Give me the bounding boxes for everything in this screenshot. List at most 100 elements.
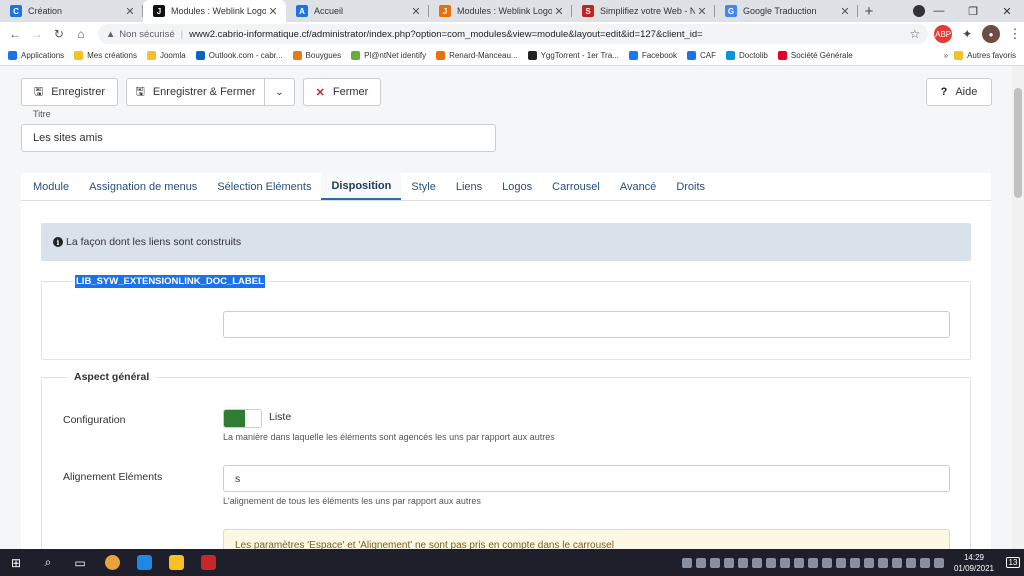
search-icon[interactable]: ⌕ [32, 549, 64, 576]
adblock-icon[interactable]: ABP [934, 25, 953, 43]
tray-icon[interactable] [793, 557, 804, 568]
extensions-icon[interactable]: ✦ [958, 25, 977, 43]
tab-disposition[interactable]: Disposition [321, 173, 402, 200]
tab-avanc-[interactable]: Avancé [610, 173, 667, 200]
bookmark-item[interactable]: Facebook [628, 51, 677, 60]
tray-icon[interactable] [681, 557, 692, 568]
browser-tab[interactable]: A Accueil ✕ [286, 0, 429, 22]
tab-carrousel[interactable]: Carrousel [542, 173, 610, 200]
reload-icon[interactable]: ↻ [48, 27, 70, 41]
bookmark-item[interactable]: Mes créations [74, 51, 137, 60]
bookmarks-more[interactable]: » [944, 51, 948, 60]
browser-tab[interactable]: S Simplifiez votre Web - Nous✕ [572, 0, 715, 22]
tab-liens[interactable]: Liens [446, 173, 492, 200]
save-label: Enregistrer [51, 86, 106, 98]
tab-title: Google Traduction [743, 6, 817, 16]
tray-icon[interactable] [919, 557, 930, 568]
tray-icon[interactable] [821, 557, 832, 568]
tab-module[interactable]: Module [23, 173, 79, 200]
filezilla-icon[interactable] [192, 549, 224, 576]
tray-icon[interactable] [933, 557, 944, 568]
home-icon[interactable]: ⌂ [70, 27, 92, 41]
omnibox[interactable]: ▲ Non sécurisé | www2.cabrio-informatiqu… [97, 24, 929, 44]
close-tab-icon[interactable]: ✕ [552, 5, 566, 18]
bookmark-item[interactable]: CAF [686, 51, 716, 60]
tray-icon[interactable] [709, 557, 720, 568]
bookmark-item[interactable]: Joomla [146, 51, 186, 60]
help-button[interactable]: ? Aide [926, 78, 992, 106]
tray-icon[interactable] [751, 557, 762, 568]
tab-title: Simplifiez votre Web - Nous [600, 6, 695, 16]
windows-start-icon[interactable]: ⊞ [0, 549, 32, 576]
tray-icon[interactable] [737, 557, 748, 568]
notifications-icon[interactable]: 13 [1002, 549, 1024, 576]
bookmark-item[interactable]: Renard-Manceau... [436, 51, 518, 60]
tray-icon[interactable] [877, 557, 888, 568]
bookmark-item[interactable]: Société Générale [777, 51, 853, 60]
bookmark-label: Bouygues [305, 51, 342, 60]
tray-icon[interactable] [835, 557, 846, 568]
bookmark-item[interactable]: Doctolib [725, 51, 768, 60]
forward-icon[interactable]: → [26, 27, 48, 41]
question-icon: ? [940, 86, 948, 98]
bookmark-other[interactable]: Autres favoris [954, 51, 1016, 60]
tab-logos[interactable]: Logos [492, 173, 542, 200]
browser-tab[interactable]: G Google Traduction ✕ [715, 0, 858, 22]
system-clock[interactable]: 14:29 01/09/2021 [954, 552, 994, 574]
tray-icon[interactable] [723, 557, 734, 568]
menu-icon[interactable]: ⋮ [1006, 25, 1024, 43]
minimize-icon[interactable]: — [922, 0, 956, 22]
close-tab-icon[interactable]: ✕ [123, 5, 137, 18]
doc-field[interactable] [223, 311, 950, 338]
tray-icon[interactable] [807, 557, 818, 568]
title-input[interactable]: Les sites amis [21, 124, 496, 152]
browser-tab[interactable]: J Modules : Weblink Logos - Ca✕ [429, 0, 572, 22]
bookmark-item[interactable]: Pl@ntNet identify [351, 51, 426, 60]
browser-tab[interactable]: C Création ✕ [0, 0, 143, 22]
tray-icon[interactable] [695, 557, 706, 568]
task-view-icon[interactable]: ▭ [64, 549, 96, 576]
new-tab-button[interactable]: + [858, 0, 880, 22]
close-tab-icon[interactable]: ✕ [695, 5, 709, 18]
bookmark-item[interactable]: Applications [8, 51, 64, 60]
tab-droits[interactable]: Droits [666, 173, 715, 200]
close-tab-icon[interactable]: ✕ [409, 5, 423, 18]
maximize-icon[interactable]: ❐ [956, 0, 990, 22]
tray-icon[interactable] [849, 557, 860, 568]
close-window-icon[interactable]: ✕ [990, 0, 1024, 22]
warning-icon[interactable]: ▲ [106, 29, 115, 40]
bookmark-item[interactable]: YggTorrent - 1er Tra... [527, 51, 619, 60]
chrome-app-icon[interactable] [96, 549, 128, 576]
url-text[interactable]: www2.cabrio-informatique.cf/administrato… [189, 29, 909, 40]
scrollbar-thumb[interactable] [1014, 88, 1022, 198]
bookmark-item[interactable]: Outlook.com - cabr... [195, 51, 283, 60]
tab-s-lection-el-ments[interactable]: Sélection Eléments [207, 173, 321, 200]
tab-assignation-de-menus[interactable]: Assignation de menus [79, 173, 207, 200]
save-close-label: Enregistrer & Fermer [152, 86, 256, 98]
tray-icon[interactable] [779, 557, 790, 568]
close-tab-icon[interactable]: ✕ [838, 5, 852, 18]
tray-icon[interactable] [891, 557, 902, 568]
close-button[interactable]: ✕ Fermer [303, 78, 381, 106]
avatar[interactable]: ● [982, 25, 1001, 43]
app-icon[interactable] [128, 549, 160, 576]
tab-style[interactable]: Style [401, 173, 445, 200]
bookmark-star-icon[interactable]: ☆ [909, 27, 920, 41]
bookmark-icon [351, 51, 361, 60]
close-tab-icon[interactable]: ✕ [266, 5, 280, 18]
file-explorer-icon[interactable] [160, 549, 192, 576]
tray-icon[interactable] [863, 557, 874, 568]
bookmark-item[interactable]: Bouygues [292, 51, 342, 60]
tray-icon[interactable] [765, 557, 776, 568]
page-scrollbar[interactable] [1012, 66, 1024, 549]
config-toggle[interactable] [223, 409, 262, 428]
save-close-button[interactable]: 🖫 Enregistrer & Fermer [126, 78, 265, 106]
save-button[interactable]: 🖫 Enregistrer [21, 78, 118, 106]
bookmark-icon [8, 51, 17, 60]
back-icon[interactable]: ← [4, 27, 26, 41]
browser-tab[interactable]: J Modules : Weblink Logos - Ca✕ [143, 0, 286, 22]
save-dropdown-button[interactable]: ⌄ [264, 78, 295, 106]
tray-icon[interactable] [905, 557, 916, 568]
align-select[interactable]: s [223, 465, 950, 492]
bookmark-label: CAF [699, 51, 716, 60]
